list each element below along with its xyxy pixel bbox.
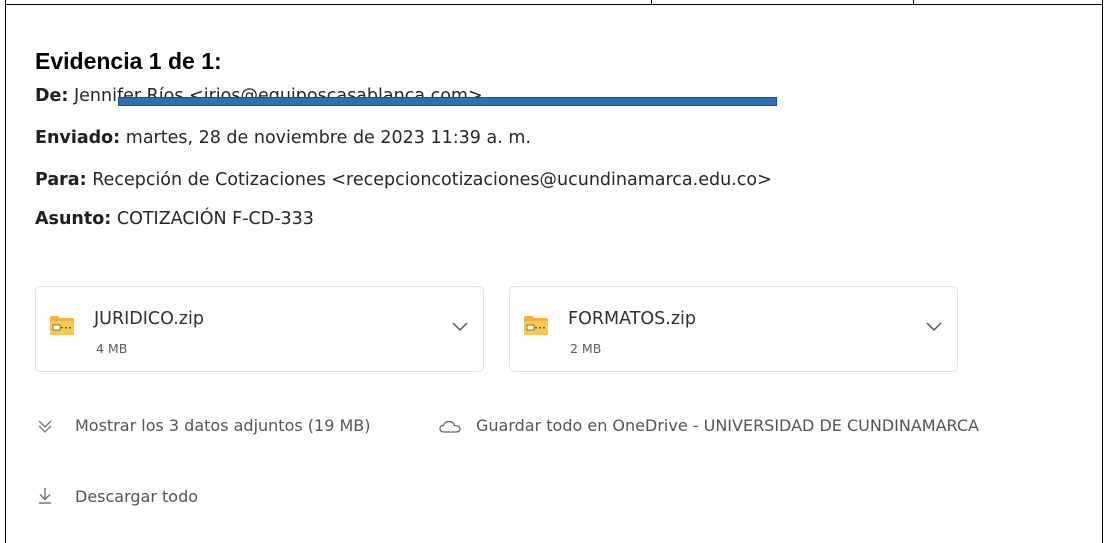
subject-label: Asunto: xyxy=(35,209,112,229)
to-label: Para: xyxy=(35,170,87,190)
attachment-size: 4 MB xyxy=(96,341,128,356)
download-icon[interactable] xyxy=(37,487,53,505)
subject-line: Asunto: COTIZACIÓN F-CD-333 xyxy=(35,209,314,229)
chevron-down-icon[interactable] xyxy=(451,321,469,333)
table-border-left xyxy=(5,0,6,543)
save-all-onedrive-link[interactable]: Guardar todo en OneDrive - UNIVERSIDAD D… xyxy=(476,416,979,435)
zip-folder-icon xyxy=(50,316,74,335)
attachment-name: JURIDICO.zip xyxy=(94,309,204,329)
download-all-link[interactable]: Descargar todo xyxy=(75,487,198,506)
sent-line: Enviado: martes, 28 de noviembre de 2023… xyxy=(35,128,531,148)
attachment-card-formatos[interactable]: FORMATOS.zip 2 MB xyxy=(509,286,958,372)
cloud-icon[interactable] xyxy=(439,420,461,434)
redaction-bar xyxy=(118,97,777,106)
zip-folder-icon xyxy=(524,316,548,335)
from-label: De: xyxy=(35,86,69,106)
subject-value: COTIZACIÓN F-CD-333 xyxy=(116,209,314,229)
table-cell-divider xyxy=(651,0,652,5)
sent-value: martes, 28 de noviembre de 2023 11:39 a.… xyxy=(125,128,531,148)
show-all-attachments-link[interactable]: Mostrar los 3 datos adjuntos (19 MB) xyxy=(75,416,371,435)
to-value: Recepción de Cotizaciones <recepcioncoti… xyxy=(92,170,772,190)
sent-label: Enviado: xyxy=(35,128,121,148)
to-line: Para: Recepción de Cotizaciones <recepci… xyxy=(35,170,772,190)
attachment-size: 2 MB xyxy=(570,341,602,356)
attachment-name: FORMATOS.zip xyxy=(568,309,697,329)
table-border-top xyxy=(5,4,1103,5)
evidence-heading: Evidencia 1 de 1: xyxy=(35,48,222,74)
double-chevron-down-icon[interactable] xyxy=(37,418,53,434)
attachment-card-juridico[interactable]: JURIDICO.zip 4 MB xyxy=(35,286,484,372)
chevron-down-icon[interactable] xyxy=(925,321,943,333)
table-cell-divider xyxy=(913,0,914,5)
table-border-right xyxy=(1102,0,1103,543)
